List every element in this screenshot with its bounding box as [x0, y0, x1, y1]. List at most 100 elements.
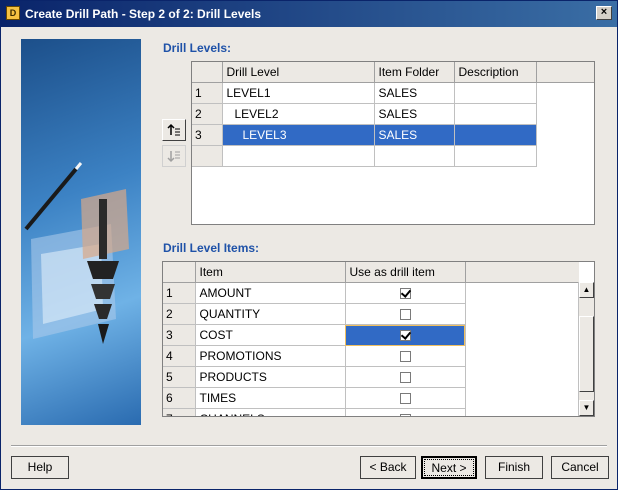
scroll-up-arrow-icon[interactable]: ▲	[579, 282, 594, 298]
app-icon: D	[6, 6, 20, 20]
drill-item-checkbox[interactable]	[399, 393, 411, 405]
table-row-selected[interactable]: 3 COST	[163, 324, 579, 346]
filler-cell	[465, 367, 579, 388]
drill-illustration-icon	[24, 162, 129, 344]
filler-cell	[465, 346, 579, 367]
header-item-folder[interactable]: Item Folder	[374, 62, 455, 83]
row-number: 1	[192, 82, 223, 104]
header-description[interactable]: Description	[454, 62, 537, 83]
cancel-button[interactable]: Cancel	[551, 456, 609, 479]
drill-item-checkbox[interactable]	[399, 372, 411, 384]
drill-level-items-grid: Item Use as drill item 1 AMOUNT 2 QUANTI…	[162, 261, 595, 417]
move-down-button[interactable]	[162, 145, 186, 167]
use-as-drill-item-cell[interactable]	[345, 303, 466, 325]
use-as-drill-item-cell[interactable]	[345, 282, 466, 304]
item-cell[interactable]: CHANNELS	[195, 408, 346, 416]
filler-cell	[465, 304, 579, 325]
row-number	[192, 145, 223, 167]
close-button[interactable]: ×	[596, 6, 612, 20]
drill-item-checkbox[interactable]	[399, 309, 411, 321]
row-number: 5	[163, 366, 196, 388]
drill-item-checkbox[interactable]	[399, 288, 411, 300]
table-row[interactable]: 2 LEVEL2 SALES	[192, 103, 594, 125]
move-down-icon	[167, 151, 180, 163]
drill-level-items-label: Drill Level Items:	[163, 241, 260, 255]
item-folder-cell[interactable]: SALES	[374, 103, 455, 125]
window-title: Create Drill Path - Step 2 of 2: Drill L…	[25, 7, 262, 21]
empty-cell[interactable]	[454, 145, 537, 167]
dialog-window: D Create Drill Path - Step 2 of 2: Drill…	[0, 0, 618, 490]
filler-cell	[465, 283, 579, 304]
row-number: 3	[192, 124, 223, 146]
drill-item-checkbox[interactable]	[399, 414, 411, 416]
row-number: 2	[192, 103, 223, 125]
move-up-button[interactable]	[162, 119, 186, 141]
item-folder-cell[interactable]: SALES	[374, 124, 455, 146]
drill-levels-label: Drill Levels:	[163, 41, 232, 55]
header-filler	[465, 262, 579, 283]
item-cell[interactable]: QUANTITY	[195, 303, 346, 325]
help-button[interactable]: Help	[11, 456, 69, 479]
table-row[interactable]: 1 AMOUNT	[163, 282, 579, 304]
finish-button[interactable]: Finish	[485, 456, 543, 479]
scrollbar-thumb[interactable]	[579, 316, 594, 392]
header-rownum	[163, 262, 196, 283]
item-cell[interactable]: COST	[195, 324, 346, 346]
drill-level-cell[interactable]: LEVEL3	[222, 124, 375, 146]
empty-cell[interactable]	[374, 145, 455, 167]
table-row[interactable]: 7 CHANNELS	[163, 408, 579, 417]
use-as-drill-item-cell[interactable]	[345, 408, 466, 416]
row-number: 6	[163, 387, 196, 409]
empty-cell[interactable]	[222, 145, 375, 167]
header-filler	[536, 62, 594, 83]
drill-levels-table: Drill Level Item Folder Description 1 LE…	[192, 62, 594, 167]
drill-item-checkbox[interactable]	[399, 351, 411, 363]
table-row[interactable]: 6 TIMES	[163, 387, 579, 409]
row-number: 1	[163, 282, 196, 304]
row-number: 3	[163, 324, 196, 346]
scroll-down-arrow-icon[interactable]: ▼	[579, 400, 594, 416]
drill-level-cell[interactable]: LEVEL1	[222, 82, 375, 104]
table-row[interactable]: 2 QUANTITY	[163, 303, 579, 325]
title-bar: D Create Drill Path - Step 2 of 2: Drill…	[1, 1, 617, 27]
next-button[interactable]: Next >	[421, 456, 477, 479]
row-number: 2	[163, 303, 196, 325]
vertical-scrollbar[interactable]: ▲ ▼	[578, 282, 594, 416]
table-row[interactable]: 1 LEVEL1 SALES	[192, 82, 594, 104]
item-cell[interactable]: AMOUNT	[195, 282, 346, 304]
drill-level-cell[interactable]: LEVEL2	[222, 103, 375, 125]
header-item[interactable]: Item	[195, 262, 346, 283]
filler-cell	[536, 125, 594, 146]
use-as-drill-item-cell[interactable]	[345, 324, 466, 346]
drill-levels-grid: Drill Level Item Folder Description 1 LE…	[191, 61, 595, 225]
move-up-icon	[167, 123, 180, 136]
wizard-side-image	[21, 39, 141, 425]
use-as-drill-item-cell[interactable]	[345, 345, 466, 367]
item-cell[interactable]: TIMES	[195, 387, 346, 409]
footer-separator	[11, 445, 607, 447]
drill-item-checkbox[interactable]	[399, 330, 411, 342]
back-button[interactable]: < Back	[360, 456, 416, 479]
table-header-row: Item Use as drill item	[163, 262, 579, 283]
item-cell[interactable]: PROMOTIONS	[195, 345, 346, 367]
header-drill-level[interactable]: Drill Level	[222, 62, 375, 83]
header-use-as-drill-item[interactable]: Use as drill item	[345, 262, 466, 283]
table-row[interactable]: 4 PROMOTIONS	[163, 345, 579, 367]
table-row[interactable]: 5 PRODUCTS	[163, 366, 579, 388]
table-row-selected[interactable]: 3 LEVEL3 SALES	[192, 124, 594, 146]
table-row-empty[interactable]	[192, 145, 594, 167]
filler-cell	[465, 409, 579, 417]
drill-level-items-table: Item Use as drill item 1 AMOUNT 2 QUANTI…	[163, 262, 579, 417]
filler-cell	[536, 104, 594, 125]
description-cell[interactable]	[454, 103, 537, 125]
item-cell[interactable]: PRODUCTS	[195, 366, 346, 388]
table-header-row: Drill Level Item Folder Description	[192, 62, 594, 83]
description-cell[interactable]	[454, 124, 537, 146]
description-cell[interactable]	[454, 82, 537, 104]
use-as-drill-item-cell[interactable]	[345, 366, 466, 388]
use-as-drill-item-cell[interactable]	[345, 387, 466, 409]
item-folder-cell[interactable]: SALES	[374, 82, 455, 104]
filler-cell	[536, 146, 594, 167]
header-rownum	[192, 62, 223, 83]
row-number: 4	[163, 345, 196, 367]
